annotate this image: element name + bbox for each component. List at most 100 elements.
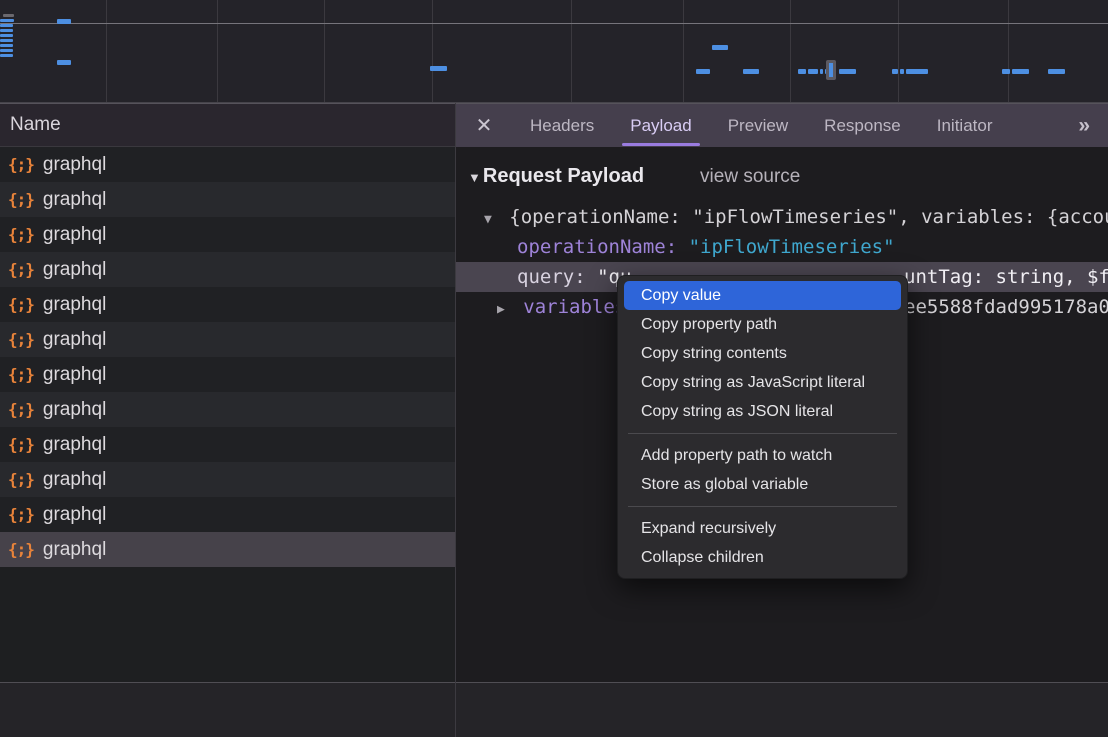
json-braces-icon: {;}	[8, 365, 34, 384]
overview-gridline	[898, 0, 899, 102]
request-row[interactable]: {;}graphql	[0, 532, 455, 567]
menu-item-expand-recursively[interactable]: Expand recursively	[624, 514, 901, 543]
view-source-link[interactable]: view source	[700, 166, 800, 187]
overview-gridline	[106, 0, 107, 102]
request-name: graphql	[43, 469, 106, 491]
request-payload-header: ▼Request Payload view source	[468, 165, 800, 188]
tab-label: Initiator	[937, 116, 993, 136]
overview-request-bar	[0, 34, 13, 37]
json-braces-icon: {;}	[8, 470, 34, 489]
overview-request-bar	[798, 69, 806, 74]
overview-request-bar	[712, 45, 728, 50]
property-name: variables	[516, 296, 626, 318]
request-name: graphql	[43, 399, 106, 421]
overview-hover-marker-bar	[829, 63, 833, 77]
json-braces-icon: {;}	[8, 435, 34, 454]
menu-divider	[628, 433, 897, 434]
name-column-header[interactable]: Name	[0, 103, 455, 147]
menu-item-copy-string-as-json-literal[interactable]: Copy string as JSON literal	[624, 397, 901, 426]
property-separator: :	[666, 236, 689, 258]
network-request-list-panel: Name {;}graphql{;}graphql{;}graphql{;}gr…	[0, 103, 455, 737]
tab-response[interactable]: Response	[806, 104, 919, 147]
panel-divider[interactable]	[455, 103, 456, 737]
network-overview-timeline[interactable]	[0, 0, 1108, 103]
menu-divider	[628, 506, 897, 507]
overview-request-bar	[1002, 69, 1010, 74]
menu-item-copy-string-contents[interactable]: Copy string contents	[624, 339, 901, 368]
tab-label: Response	[824, 116, 901, 136]
request-row[interactable]: {;} graphql	[0, 322, 455, 357]
screenshot-stage: Name {;}graphql{;}graphql{;}graphql{;}gr…	[0, 0, 1110, 740]
menu-item-copy-value[interactable]: Copy value	[624, 281, 901, 310]
request-row[interactable]: {;}graphql	[0, 427, 455, 462]
request-row[interactable]: {;} graphql	[0, 147, 455, 182]
overview-gridline	[0, 23, 1108, 24]
overview-gridline	[571, 0, 572, 102]
overview-gridline	[217, 0, 218, 102]
menu-item-collapse-children[interactable]: Collapse children	[624, 543, 901, 572]
overview-request-bar	[906, 69, 928, 74]
menu-item-add-property-path-to-watch[interactable]: Add property path to watch	[624, 441, 901, 470]
property-name: operationName	[456, 236, 666, 258]
overview-gridline	[1008, 0, 1009, 102]
section-title: Request Payload	[483, 165, 644, 187]
menu-item-store-as-global-variable[interactable]: Store as global variable	[624, 470, 901, 499]
overview-request-bar	[430, 66, 447, 71]
overview-request-bar	[839, 69, 856, 74]
overview-request-bar	[0, 24, 13, 27]
tree-row-operation-name[interactable]: operationName: "ipFlowTimeseries"	[456, 232, 1108, 262]
overview-request-bar	[57, 60, 71, 65]
collapse-triangle-icon[interactable]: ▼	[456, 212, 492, 227]
overview-hover-marker	[826, 60, 836, 80]
overview-request-bar	[0, 39, 13, 42]
request-row[interactable]: {;} graphql	[0, 462, 455, 497]
request-row[interactable]: {;}graphql	[0, 252, 455, 287]
json-braces-icon: {;}	[8, 400, 34, 419]
request-row[interactable]: {;}graphql	[0, 497, 455, 532]
overview-request-bar	[57, 19, 71, 24]
tree-row-object-preview[interactable]: ▼ {operationName: "ipFlowTimeseries", va…	[456, 202, 1108, 232]
request-name: graphql	[43, 189, 106, 211]
menu-item-copy-string-as-javascript-literal[interactable]: Copy string as JavaScript literal	[624, 368, 901, 397]
request-name: graphql	[43, 259, 106, 281]
property-name: query	[456, 266, 574, 288]
menu-item-copy-property-path[interactable]: Copy property path	[624, 310, 901, 339]
tab-label: Payload	[630, 116, 691, 136]
expand-triangle-icon[interactable]: ▶	[456, 302, 505, 317]
overview-request-bar	[820, 69, 823, 74]
request-row[interactable]: {;}graphql	[0, 287, 455, 322]
json-braces-icon: {;}	[8, 295, 34, 314]
overview-request-bar	[0, 29, 13, 32]
tab-initiator[interactable]: Initiator	[919, 104, 1011, 147]
collapse-triangle-icon[interactable]: ▼	[468, 170, 481, 185]
json-braces-icon: {;}	[8, 540, 34, 559]
request-row[interactable]: {;}graphql	[0, 182, 455, 217]
close-icon[interactable]: ✕	[456, 104, 512, 147]
tabs-holder: Headers Payload Preview Response Initiator	[512, 104, 1010, 147]
overview-request-bar	[3, 14, 14, 17]
json-braces-icon: {;}	[8, 330, 34, 349]
request-row[interactable]: {;}graphql	[0, 217, 455, 252]
overview-request-bar	[808, 69, 818, 74]
request-name: graphql	[43, 329, 106, 351]
json-braces-icon: {;}	[8, 155, 34, 174]
request-name: graphql	[43, 154, 106, 176]
request-row[interactable]: {;} graphql	[0, 392, 455, 427]
object-preview-text: {operationName: "ipFlowTimeseries", vari…	[503, 206, 1108, 228]
request-row[interactable]: {;}graphql	[0, 357, 455, 392]
overview-gridline	[790, 0, 791, 102]
tab-label: Headers	[530, 116, 594, 136]
overview-request-bar	[0, 54, 13, 57]
property-value-right-fragment: ee5588fdad995178a0	[904, 292, 1108, 322]
overview-gridline	[324, 0, 325, 102]
context-menu: Copy valueCopy property pathCopy string …	[617, 275, 908, 579]
overview-request-bar	[0, 19, 14, 22]
tab-payload[interactable]: Payload	[612, 104, 709, 147]
overview-request-bar	[1012, 69, 1029, 74]
more-tabs-icon[interactable]: »	[1060, 104, 1108, 147]
request-rows: {;} graphql {;} graphql {;} graphql {;} graphql…	[0, 147, 455, 567]
property-value-right-fragment: untTag: string, $f	[904, 262, 1108, 292]
tab-preview[interactable]: Preview	[710, 104, 806, 147]
tab-headers[interactable]: Headers	[512, 104, 612, 147]
overview-request-bar	[0, 44, 13, 47]
